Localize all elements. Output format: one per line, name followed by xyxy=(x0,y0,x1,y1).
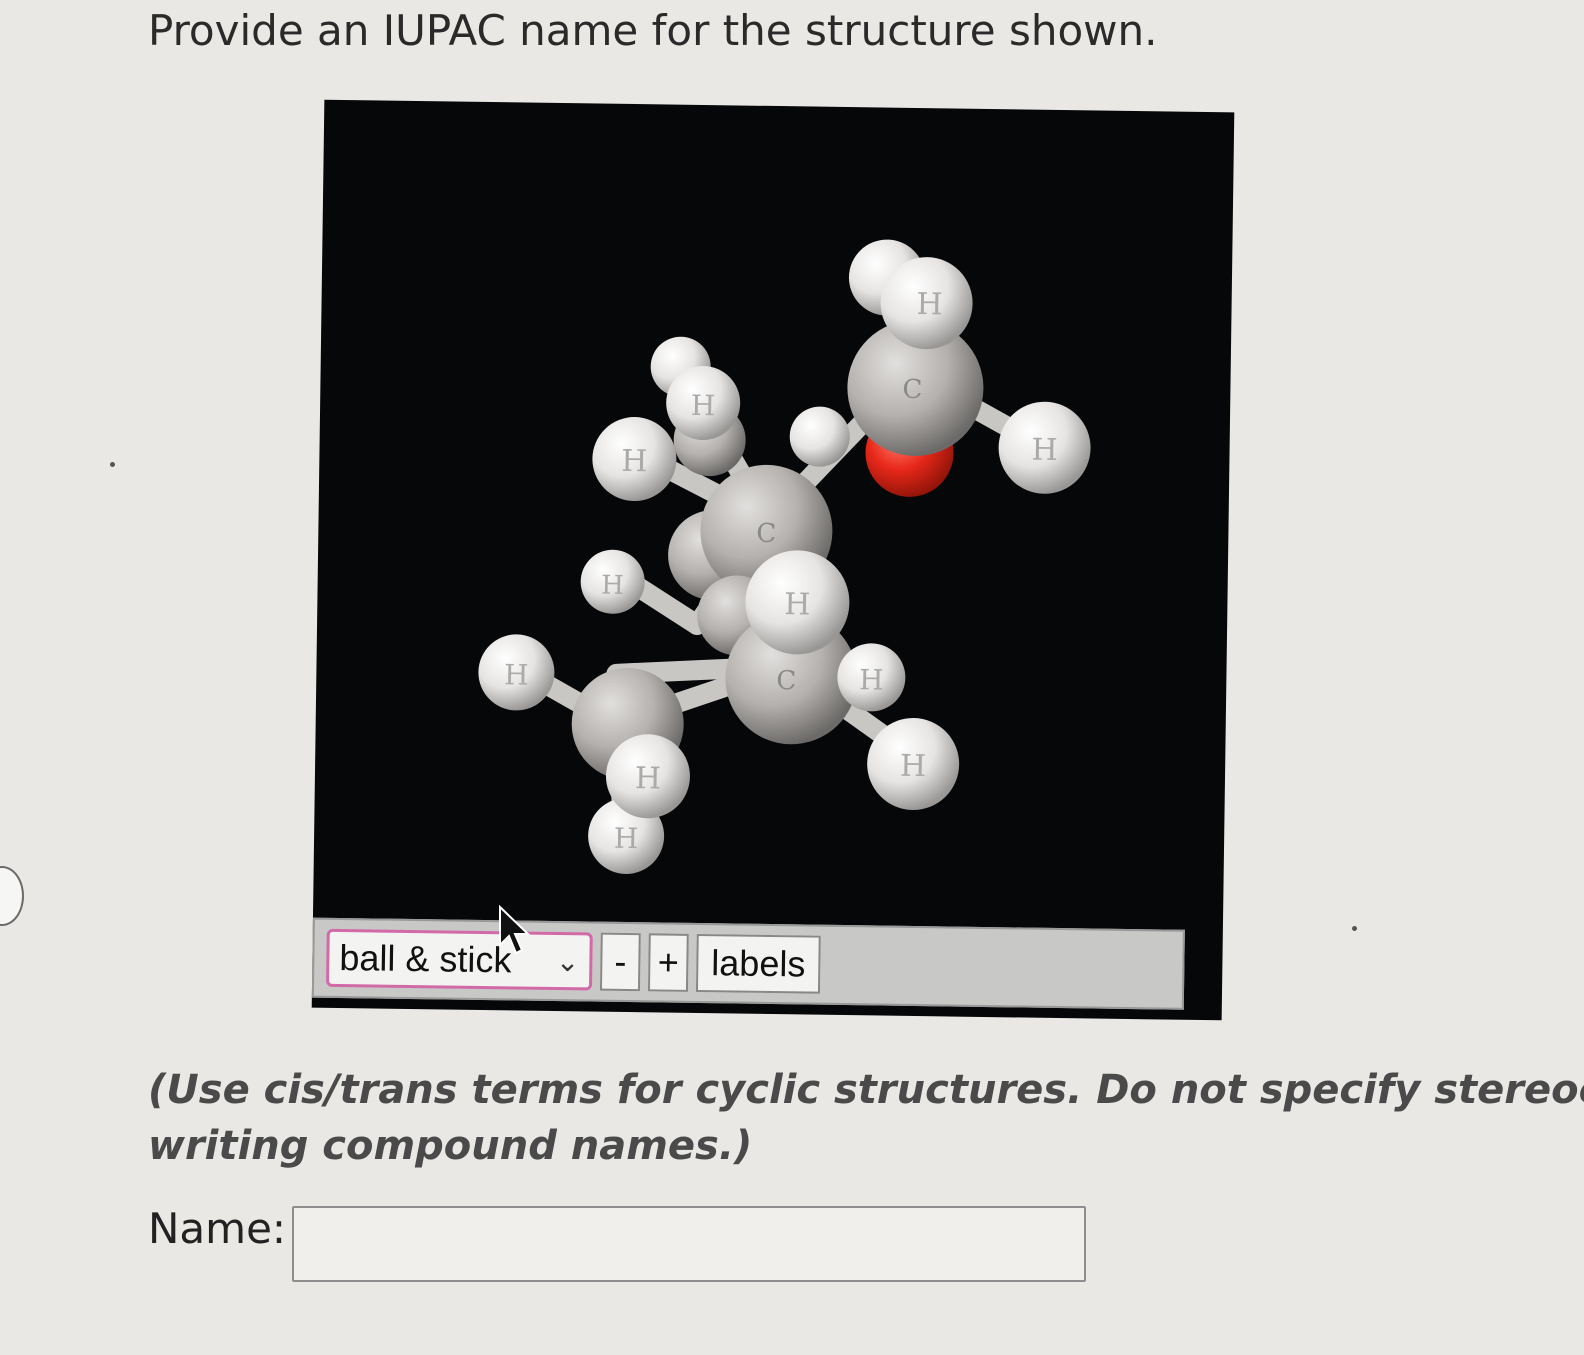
render-mode-value: ball & stick xyxy=(339,936,512,981)
svg-text:H: H xyxy=(635,761,662,796)
svg-text:H: H xyxy=(859,663,884,696)
molecule-viewer[interactable]: C H H H H C H H C H H H H H ball & stick… xyxy=(311,99,1235,1021)
svg-text:H: H xyxy=(614,822,639,855)
svg-text:H: H xyxy=(691,389,716,422)
svg-text:H: H xyxy=(1031,433,1058,468)
svg-text:H: H xyxy=(504,658,529,691)
instructions-line-2: writing compound names.) xyxy=(148,1123,753,1169)
dust-dot xyxy=(110,462,115,467)
svg-text:H: H xyxy=(784,587,811,622)
viewer-toolbar: ball & stick ⌄ - + labels xyxy=(311,917,1185,1010)
render-mode-select[interactable]: ball & stick ⌄ xyxy=(325,928,593,991)
instructions-text: (Use cis/trans terms for cyclic structur… xyxy=(148,1062,1584,1174)
zoom-in-button[interactable]: + xyxy=(647,933,689,992)
dust-dot xyxy=(1352,926,1357,931)
name-label: Name: xyxy=(148,1204,287,1253)
mouse-pointer-icon xyxy=(499,905,531,955)
svg-text:H: H xyxy=(621,444,648,479)
question-text: Provide an IUPAC name for the structure … xyxy=(148,6,1158,55)
svg-text:H: H xyxy=(601,571,624,601)
molecule-3d-model[interactable]: C H H H H C H H C H H H H H xyxy=(313,100,1234,931)
svg-text:C: C xyxy=(776,666,796,696)
name-input[interactable] xyxy=(292,1206,1086,1282)
svg-text:C: C xyxy=(756,519,776,549)
chevron-down-icon: ⌄ xyxy=(555,945,580,977)
instructions-line-1: (Use cis/trans terms for cyclic structur… xyxy=(148,1067,1584,1113)
previous-arrow-icon[interactable] xyxy=(0,866,24,926)
svg-text:C: C xyxy=(902,375,922,405)
svg-text:H: H xyxy=(900,749,927,784)
svg-text:H: H xyxy=(916,287,943,322)
zoom-out-button[interactable]: - xyxy=(599,932,641,992)
labels-button[interactable]: labels xyxy=(695,933,821,994)
atoms: C H H H H C H H C H H H H H xyxy=(478,239,1091,874)
